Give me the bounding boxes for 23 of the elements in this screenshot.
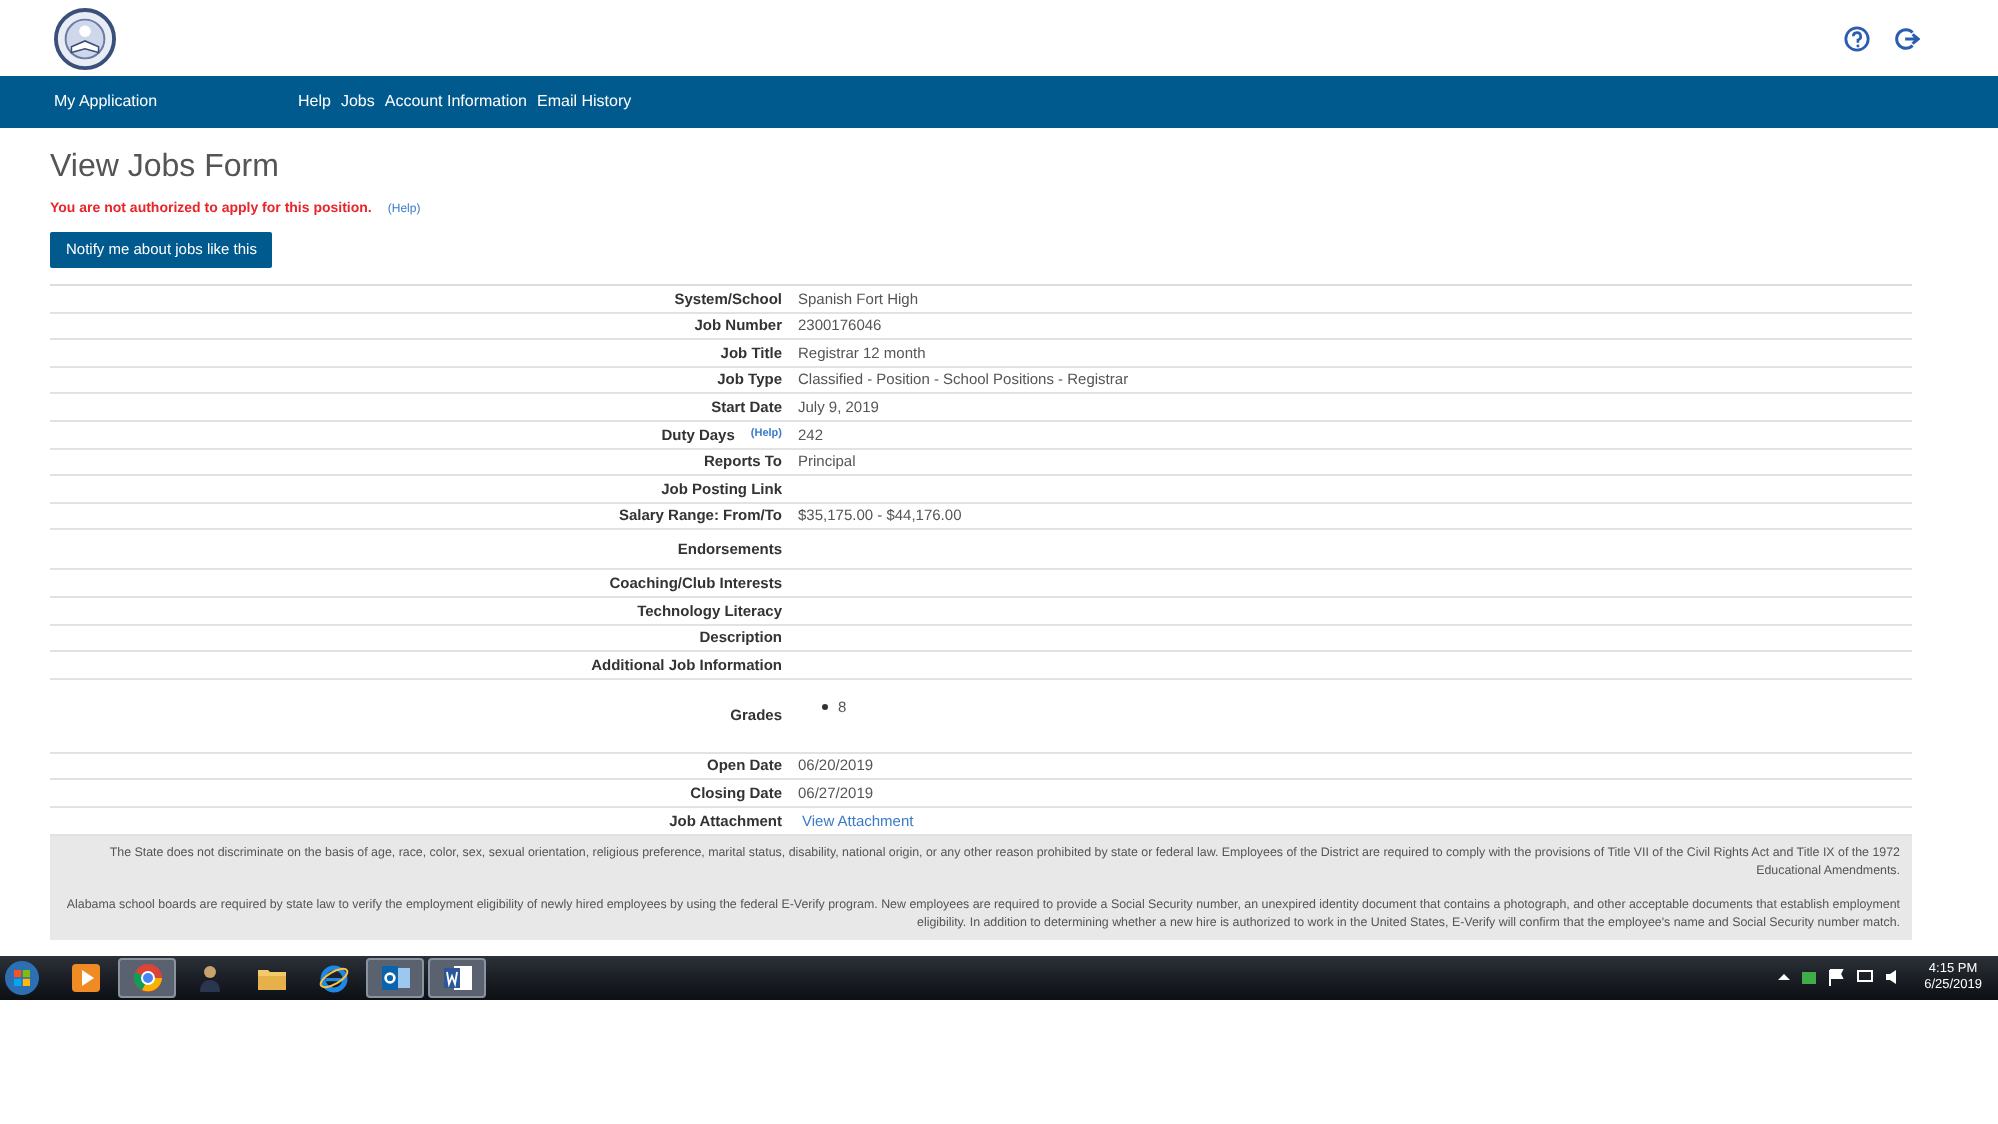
flag-icon[interactable]	[1828, 968, 1847, 986]
help-icon[interactable]	[1844, 25, 1870, 51]
network-icon[interactable]	[1800, 968, 1819, 986]
nav-link[interactable]: Jobs	[340, 90, 375, 114]
seal-logo	[54, 7, 116, 69]
nav-link[interactable]: Email History	[537, 90, 632, 114]
nav-link[interactable]: Account Information	[384, 90, 528, 114]
mail-icon	[379, 961, 411, 993]
page-title: View Jobs Form	[50, 148, 281, 188]
tray-caret-icon[interactable]	[1778, 974, 1791, 980]
nav-link[interactable]: Help	[298, 90, 331, 114]
globe-e-icon	[317, 961, 349, 993]
media-player-icon	[69, 961, 101, 993]
browser-icon	[131, 961, 163, 993]
brand-link[interactable]: My Application	[0, 90, 298, 114]
monitor-icon[interactable]	[1856, 968, 1875, 986]
taskbar-button[interactable]	[366, 957, 424, 997]
logout-icon[interactable]	[1894, 25, 1920, 51]
bullet-icon	[822, 704, 828, 711]
document-icon	[441, 961, 473, 993]
taskbar-button[interactable]	[428, 957, 486, 997]
start-button[interactable]	[4, 959, 40, 995]
taskbar-button[interactable]	[118, 957, 176, 997]
